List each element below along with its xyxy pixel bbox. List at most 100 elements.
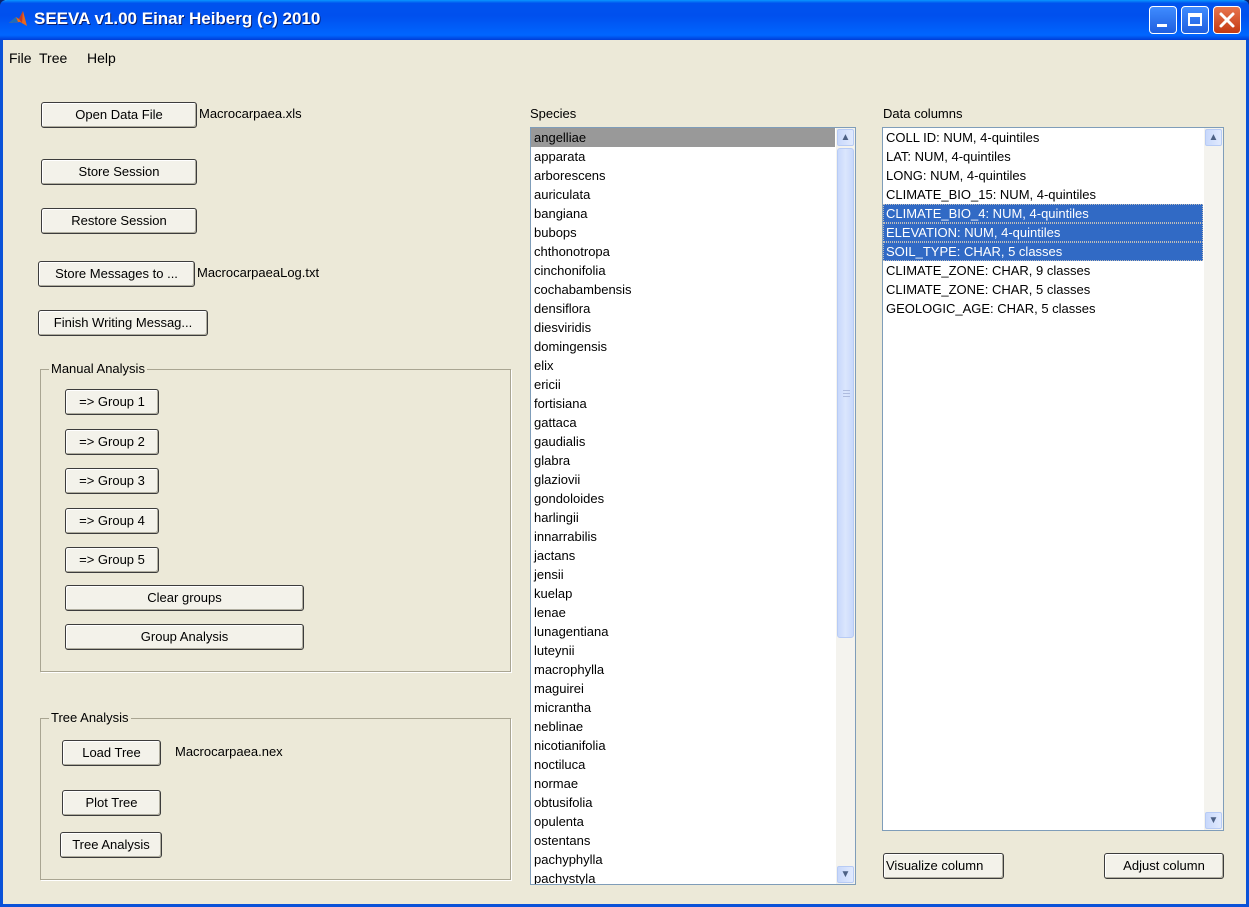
finish-writing-messages-button[interactable]: Finish Writing Messag... [38,310,208,336]
data-column-item[interactable]: CLIMATE_BIO_4: NUM, 4-quintiles [883,204,1203,223]
minimize-button[interactable] [1149,6,1177,34]
title-bar[interactable]: SEEVA v1.00 Einar Heiberg (c) 2010 [0,0,1249,40]
data-column-item[interactable]: LAT: NUM, 4-quintiles [883,147,1203,166]
species-item[interactable]: nicotianifolia [531,736,835,755]
close-icon [1219,12,1235,28]
species-scrollbar[interactable]: ▲ ▼ [836,128,855,884]
species-item[interactable]: neblinae [531,717,835,736]
restore-session-button[interactable]: Restore Session [41,208,197,234]
species-item[interactable]: glaziovii [531,470,835,489]
species-item[interactable]: lunagentiana [531,622,835,641]
visualize-column-button[interactable]: Visualize column [883,853,1004,879]
species-item[interactable]: elix [531,356,835,375]
store-session-button[interactable]: Store Session [41,159,197,185]
species-listbox[interactable]: angelliae apparata arborescens auriculata ba… [530,127,856,885]
species-item[interactable]: glabra [531,451,835,470]
scroll-down-button[interactable]: ▼ [837,866,854,883]
species-item[interactable]: ostentans [531,831,835,850]
species-item[interactable]: arborescens [531,166,835,185]
species-item[interactable]: densiflora [531,299,835,318]
species-item[interactable]: noctiluca [531,755,835,774]
grip-line [843,390,850,391]
group-3-button[interactable]: => Group 3 [65,468,159,494]
species-item[interactable]: ericii [531,375,835,394]
species-item[interactable]: bangiana [531,204,835,223]
data-column-item[interactable]: LONG: NUM, 4-quintiles [883,166,1203,185]
species-item[interactable]: bubops [531,223,835,242]
data-column-item[interactable]: ELEVATION: NUM, 4-quintiles [883,223,1203,242]
group-analysis-button[interactable]: Group Analysis [65,624,304,650]
data-columns-label: Data columns [883,106,963,121]
data-file-name: Macrocarpaea.xls [199,106,302,121]
adjust-column-button[interactable]: Adjust column [1104,853,1224,879]
species-item[interactable]: diesviridis [531,318,835,337]
close-button[interactable] [1213,6,1241,34]
group-2-button[interactable]: => Group 2 [65,429,159,455]
species-item[interactable]: jensii [531,565,835,584]
species-item[interactable]: apparata [531,147,835,166]
species-item[interactable]: chthonotropa [531,242,835,261]
species-item[interactable]: jactans [531,546,835,565]
species-item[interactable]: normae [531,774,835,793]
species-item[interactable]: angelliae [531,128,835,147]
grip-line [843,396,850,397]
species-item[interactable]: macrophylla [531,660,835,679]
matlab-logo-icon [9,11,27,26]
species-item[interactable]: cochabambensis [531,280,835,299]
data-column-item[interactable]: COLL ID: NUM, 4-quintiles [883,128,1203,147]
menu-tree[interactable]: Tree [39,50,67,66]
clear-groups-button[interactable]: Clear groups [65,585,304,611]
data-columns-list: COLL ID: NUM, 4-quintiles LAT: NUM, 4-qui… [883,128,1203,318]
species-item[interactable]: gondoloides [531,489,835,508]
species-item[interactable]: pachyphylla [531,850,835,869]
species-item[interactable]: harlingii [531,508,835,527]
minimize-icon [1157,24,1167,27]
species-item[interactable]: lenae [531,603,835,622]
species-item[interactable]: fortisiana [531,394,835,413]
species-item[interactable]: domingensis [531,337,835,356]
group-5-button[interactable]: => Group 5 [65,547,159,573]
species-item[interactable]: gattaca [531,413,835,432]
open-data-file-button[interactable]: Open Data File [41,102,197,128]
plot-tree-button[interactable]: Plot Tree [62,790,161,816]
species-list: angelliae apparata arborescens auriculata ba… [531,128,835,884]
species-item[interactable]: gaudialis [531,432,835,451]
species-item[interactable]: luteynii [531,641,835,660]
maximize-button[interactable] [1181,6,1209,34]
data-column-item[interactable]: CLIMATE_ZONE: CHAR, 5 classes [883,280,1203,299]
data-columns-listbox[interactable]: COLL ID: NUM, 4-quintiles LAT: NUM, 4-qui… [882,127,1224,831]
menu-file[interactable]: File [9,50,32,66]
species-item[interactable]: innarrabilis [531,527,835,546]
data-column-item[interactable]: CLIMATE_BIO_15: NUM, 4-quintiles [883,185,1203,204]
chevron-down-icon: ▼ [840,869,851,880]
menu-help[interactable]: Help [87,50,116,66]
data-columns-scrollbar[interactable]: ▲ ▼ [1204,128,1223,830]
chevron-down-icon: ▼ [1208,815,1219,826]
species-item[interactable]: obtusifolia [531,793,835,812]
group-1-button[interactable]: => Group 1 [65,389,159,415]
maximize-icon [1188,13,1202,26]
species-item[interactable]: cinchonifolia [531,261,835,280]
load-tree-button[interactable]: Load Tree [62,740,161,766]
species-item[interactable]: auriculata [531,185,835,204]
species-item[interactable]: opulenta [531,812,835,831]
tree-analysis-button[interactable]: Tree Analysis [60,832,162,858]
species-item[interactable]: kuelap [531,584,835,603]
data-column-item[interactable]: SOIL_TYPE: CHAR, 5 classes [883,242,1203,261]
manual-analysis-title: Manual Analysis [49,361,147,376]
tree-file-name: Macrocarpaea.nex [175,744,283,759]
chevron-up-icon: ▲ [840,132,851,143]
scroll-up-button[interactable]: ▲ [837,129,854,146]
data-column-item[interactable]: CLIMATE_ZONE: CHAR, 9 classes [883,261,1203,280]
group-4-button[interactable]: => Group 4 [65,508,159,534]
log-file-name: MacrocarpaeaLog.txt [197,265,320,280]
species-item[interactable]: pachystyla [531,869,835,884]
store-messages-button[interactable]: Store Messages to ... [38,261,195,287]
menu-bar: File Tree Help [3,40,1246,68]
species-item[interactable]: micrantha [531,698,835,717]
species-scroll-thumb[interactable] [837,148,854,638]
species-item[interactable]: maguirei [531,679,835,698]
scroll-up-button[interactable]: ▲ [1205,129,1222,146]
scroll-down-button[interactable]: ▼ [1205,812,1222,829]
data-column-item[interactable]: GEOLOGIC_AGE: CHAR, 5 classes [883,299,1203,318]
